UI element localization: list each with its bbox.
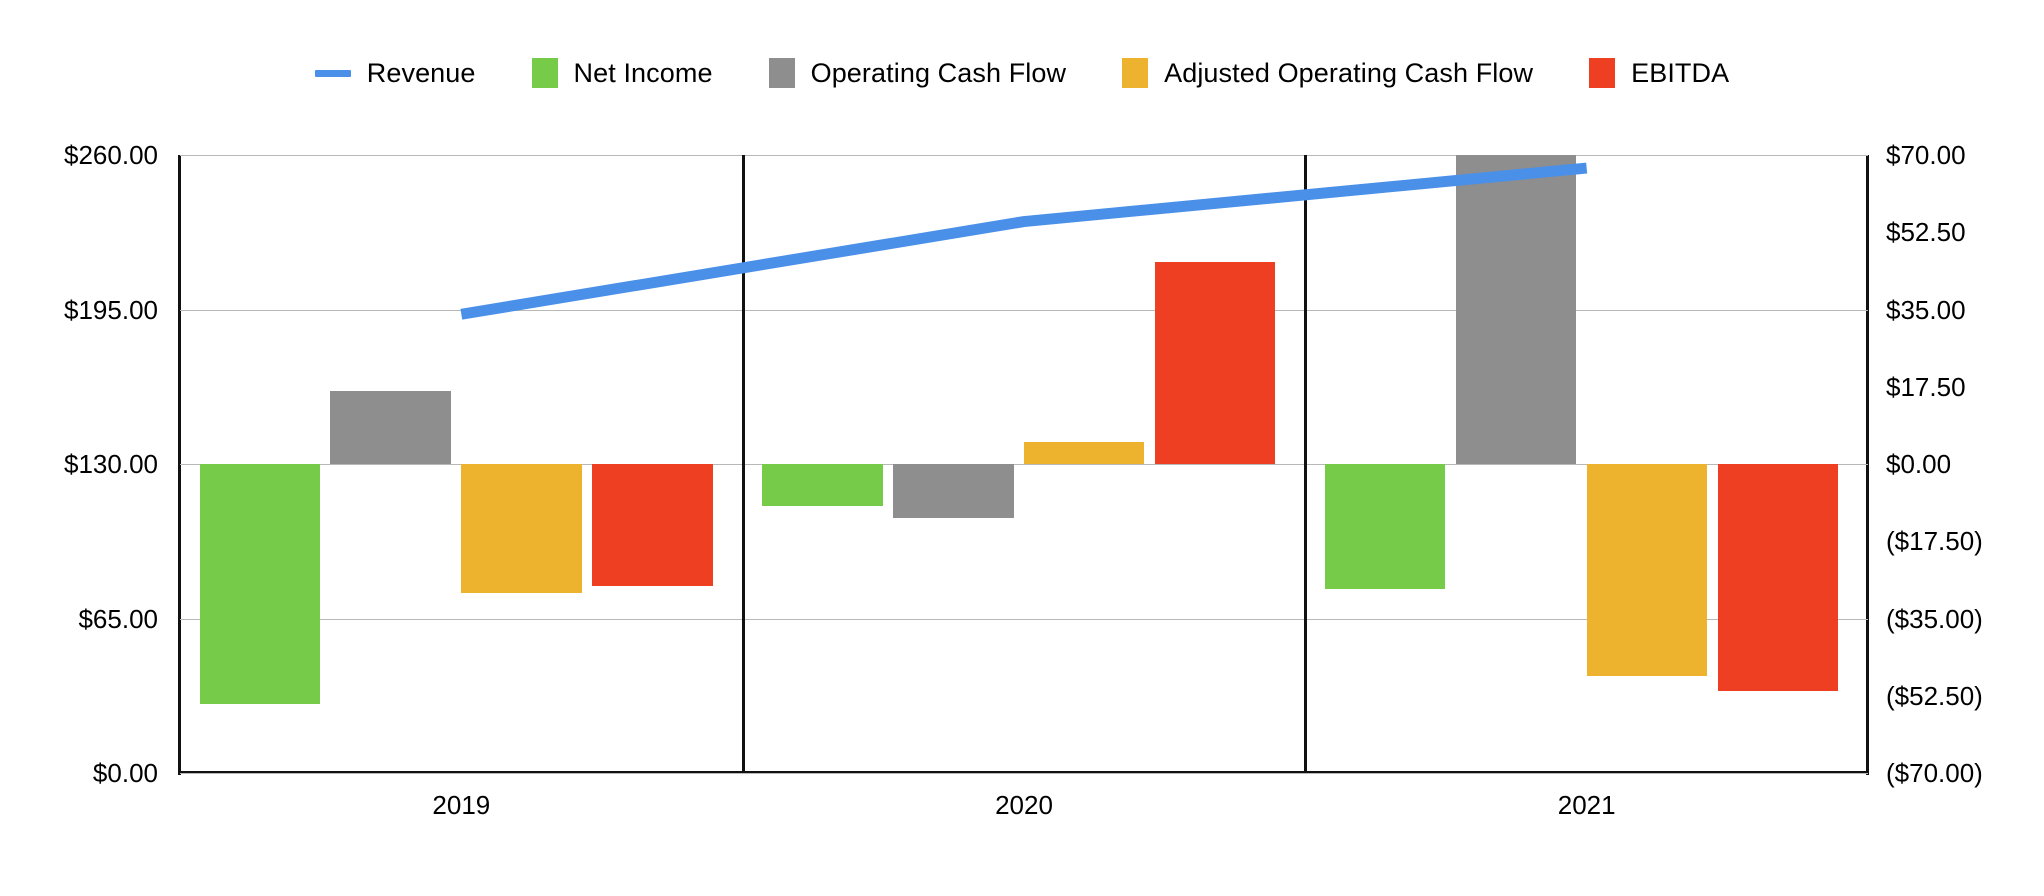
plot-wrapper: $260.00 $195.00 $130.00 $65.00 $0.00 $70.00 $…: [0, 0, 2044, 896]
bar[interactable]: [1455, 155, 1577, 464]
bar[interactable]: [893, 464, 1014, 519]
plot-area: [180, 155, 1868, 774]
right-axis-tick: $35.00: [1886, 294, 1966, 325]
category-label: 2021: [1557, 790, 1616, 820]
right-axis-tick: ($17.50): [1886, 526, 1983, 557]
gridline: [180, 155, 1868, 156]
right-axis-tick: $52.50: [1886, 217, 1966, 248]
bar[interactable]: [1024, 441, 1145, 464]
right-axis-tick: ($70.00): [1886, 758, 1983, 788]
bar[interactable]: [1586, 464, 1708, 676]
group-separator: [1304, 155, 1308, 773]
bar[interactable]: [1324, 464, 1446, 590]
chart-container: Revenue Net Income Operating Cash Flow A…: [0, 0, 2044, 896]
left-axis-tick: $260.00: [64, 140, 158, 170]
bar[interactable]: [762, 464, 883, 506]
group-separator: [741, 155, 745, 773]
right-axis-tick: ($52.50): [1886, 680, 1983, 711]
gridline: [180, 773, 1868, 774]
category-label: 2019: [432, 790, 491, 820]
bar[interactable]: [1717, 464, 1838, 691]
bar[interactable]: [461, 464, 582, 594]
left-axis-tick: $65.00: [78, 603, 158, 634]
category-label: 2020: [995, 790, 1053, 820]
right-axis-tick: $70.00: [1886, 140, 1966, 170]
bar[interactable]: [1154, 262, 1276, 464]
left-axis-tick: $195.00: [64, 294, 158, 325]
bar[interactable]: [199, 464, 320, 704]
right-axis-tick: ($35.00): [1886, 603, 1983, 634]
left-axis-tick: $0.00: [92, 758, 158, 788]
right-axis-tick: $17.50: [1886, 371, 1966, 402]
gridline: [180, 310, 1868, 311]
bar[interactable]: [592, 464, 713, 587]
left-axis-tick: $130.00: [64, 449, 158, 479]
right-axis-tick: $0.00: [1886, 449, 1952, 479]
bar[interactable]: [330, 390, 451, 464]
